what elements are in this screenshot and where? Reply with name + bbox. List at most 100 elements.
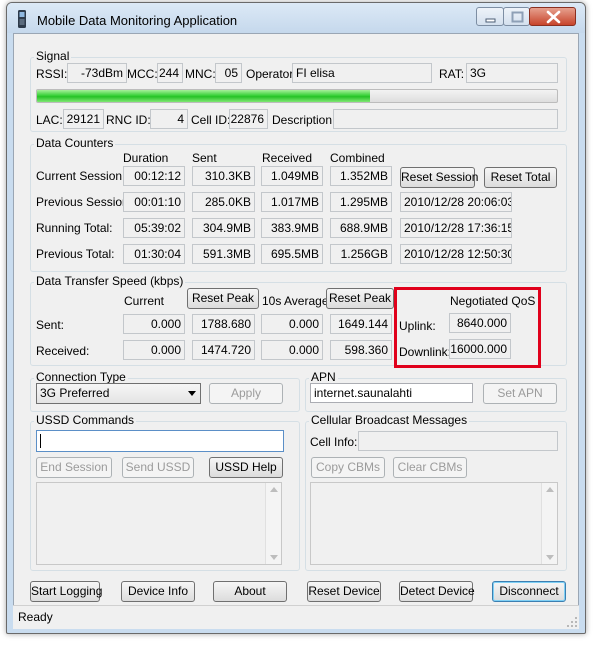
sent-peak-speed: 1788.680 bbox=[192, 314, 255, 334]
previous-total-timestamp: 2010/12/28 12:50:30 bbox=[400, 244, 512, 264]
clear-cbms-button[interactable]: Clear CBMs bbox=[393, 457, 467, 478]
sent-average-peak-speed: 1649.144 bbox=[330, 314, 392, 334]
status-text: Ready bbox=[18, 610, 53, 624]
reset-peak-current-button[interactable]: Reset Peak bbox=[187, 288, 259, 309]
received-peak-speed: 1474.720 bbox=[192, 340, 255, 360]
current-session-combined: 1.352MB bbox=[330, 166, 392, 186]
start-logging-button[interactable]: Start Logging bbox=[30, 581, 102, 602]
ussd-command-input[interactable] bbox=[36, 430, 284, 452]
cell-info-value bbox=[358, 431, 558, 451]
set-apn-button[interactable]: Set APN bbox=[483, 383, 557, 404]
sent-speed-label: Sent: bbox=[36, 318, 65, 332]
cbm-scrollbar[interactable] bbox=[541, 483, 557, 564]
rat-value: 3G bbox=[466, 63, 558, 83]
description-value bbox=[333, 109, 558, 129]
minimize-button[interactable] bbox=[476, 7, 504, 26]
mnc-label: MNC: bbox=[185, 67, 216, 81]
ussd-output-area[interactable] bbox=[36, 482, 282, 565]
copy-cbms-button[interactable]: Copy CBMs bbox=[311, 457, 385, 478]
sent-header: Sent bbox=[192, 151, 217, 165]
previous-total-duration: 01:30:04 bbox=[123, 244, 185, 264]
phone-icon bbox=[18, 10, 26, 28]
running-total-timestamp: 2010/12/28 17:36:15 bbox=[400, 218, 512, 238]
apply-button[interactable]: Apply bbox=[209, 383, 283, 404]
connection-type-select[interactable]: 3G Preferred bbox=[36, 383, 201, 404]
previous-session-received: 1.017MB bbox=[261, 192, 323, 212]
minimize-icon bbox=[485, 18, 496, 23]
cellular-broadcast-label: Cellular Broadcast Messages bbox=[309, 413, 470, 427]
about-button[interactable]: About bbox=[213, 581, 287, 602]
running-total-sent: 304.9MB bbox=[192, 218, 255, 238]
mnc-value: 05 bbox=[215, 63, 242, 83]
connection-type-selected: 3G Preferred bbox=[40, 386, 110, 400]
scroll-down-arrow-icon[interactable] bbox=[269, 554, 279, 561]
mcc-label: MCC: bbox=[127, 67, 158, 81]
detect-device-button[interactable]: Detect Device bbox=[399, 581, 475, 602]
rssi-label: RSSI: bbox=[36, 67, 68, 81]
status-bar bbox=[13, 605, 579, 629]
running-total-label: Running Total: bbox=[36, 221, 113, 235]
previous-session-label: Previous Session: bbox=[36, 195, 133, 209]
lac-value: 29121 bbox=[63, 109, 104, 129]
previous-total-sent: 591.3MB bbox=[192, 244, 255, 264]
reset-total-button[interactable]: Reset Total bbox=[484, 167, 557, 188]
ten-second-average-header: 10s Average bbox=[262, 294, 329, 308]
reset-peak-average-button[interactable]: Reset Peak bbox=[326, 288, 394, 309]
current-speed-header: Current bbox=[124, 294, 165, 308]
maximize-icon bbox=[511, 11, 524, 23]
resize-grip-icon[interactable] bbox=[567, 617, 578, 628]
previous-total-label: Previous Total: bbox=[36, 247, 115, 261]
description-label: Description: bbox=[272, 113, 336, 127]
cell-info-label: Cell Info: bbox=[310, 435, 358, 449]
ussd-commands-label: USSD Commands bbox=[34, 413, 137, 427]
disconnect-button[interactable]: Disconnect bbox=[492, 581, 566, 602]
data-counters-label: Data Counters bbox=[34, 136, 116, 150]
combined-header: Combined bbox=[330, 151, 385, 165]
close-button[interactable] bbox=[529, 7, 576, 26]
rnc-id-value: 4 bbox=[150, 109, 188, 129]
close-icon bbox=[546, 10, 561, 24]
current-session-received: 1.049MB bbox=[261, 166, 323, 186]
operator-value: FI elisa bbox=[292, 63, 432, 83]
previous-total-combined: 1.256GB bbox=[330, 244, 392, 264]
qos-highlight-box bbox=[394, 287, 541, 368]
scroll-up-arrow-icon[interactable] bbox=[545, 486, 555, 493]
previous-session-combined: 1.295MB bbox=[330, 192, 392, 212]
maximize-button[interactable] bbox=[503, 7, 530, 26]
cbm-output-area[interactable] bbox=[310, 482, 558, 565]
scroll-down-arrow-icon[interactable] bbox=[545, 554, 555, 561]
ussd-help-button[interactable]: USSD Help bbox=[209, 457, 283, 478]
reset-session-button[interactable]: Reset Session bbox=[400, 167, 478, 188]
previous-session-duration: 00:01:10 bbox=[123, 192, 185, 212]
connection-type-label: Connection Type bbox=[34, 370, 128, 384]
rnc-id-label: RNC ID: bbox=[106, 113, 151, 127]
window-title: Mobile Data Monitoring Application bbox=[37, 13, 238, 28]
sent-current-speed: 0.000 bbox=[123, 314, 185, 334]
previous-session-sent: 285.0KB bbox=[192, 192, 255, 212]
duration-header: Duration bbox=[123, 151, 169, 165]
ussd-scrollbar[interactable] bbox=[265, 483, 281, 564]
operator-label: Operator: bbox=[246, 67, 297, 81]
received-average-speed: 0.000 bbox=[261, 340, 323, 360]
rssi-value: -73dBm bbox=[67, 63, 127, 83]
previous-total-received: 695.5MB bbox=[261, 244, 323, 264]
data-transfer-speed-label: Data Transfer Speed (kbps) bbox=[34, 274, 186, 288]
text-cursor bbox=[40, 434, 41, 448]
end-session-button[interactable]: End Session bbox=[36, 457, 112, 478]
chevron-down-icon bbox=[188, 391, 196, 396]
apn-input[interactable]: internet.saunalahti bbox=[310, 383, 473, 403]
sent-average-speed: 0.000 bbox=[261, 314, 323, 334]
signal-strength-bar bbox=[36, 89, 558, 103]
running-total-received: 383.9MB bbox=[261, 218, 323, 238]
cell-id-value: 22876 bbox=[229, 109, 268, 129]
current-session-duration: 00:12:12 bbox=[123, 166, 185, 186]
current-session-sent: 310.3KB bbox=[192, 166, 255, 186]
send-ussd-button[interactable]: Send USSD bbox=[122, 457, 194, 478]
apn-label: APN bbox=[309, 370, 338, 384]
scroll-up-arrow-icon[interactable] bbox=[269, 486, 279, 493]
received-speed-label: Received: bbox=[36, 344, 90, 358]
signal-strength-fill bbox=[37, 90, 370, 102]
reset-device-button[interactable]: Reset Device bbox=[307, 581, 381, 602]
device-info-button[interactable]: Device Info bbox=[121, 581, 195, 602]
current-session-label: Current Session: bbox=[36, 169, 126, 183]
